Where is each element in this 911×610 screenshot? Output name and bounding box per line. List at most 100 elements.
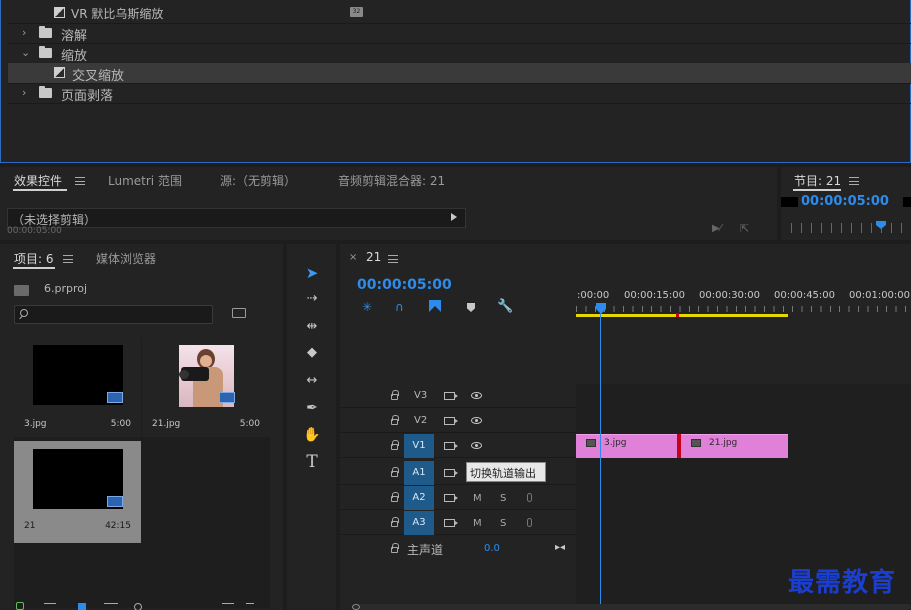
selection-tool-icon[interactable]: ➤ (300, 262, 324, 284)
sync-lock-icon[interactable] (444, 519, 458, 527)
lock-icon[interactable] (391, 467, 399, 477)
toolbar-icon[interactable] (104, 603, 118, 610)
timeline-clip-21jpg[interactable]: 21.jpg (681, 434, 788, 458)
project-item-name: 3.jpg (24, 419, 47, 429)
eye-icon[interactable] (471, 392, 482, 399)
add-marker-blue-icon[interactable] (429, 300, 441, 312)
wrench-icon[interactable]: 🔧 (497, 299, 513, 314)
mute-button[interactable]: M (473, 518, 482, 529)
go-to-in-out-icon[interactable]: ▸◂ (555, 542, 565, 553)
track-label[interactable]: V2 (414, 415, 427, 426)
pen-tool-icon[interactable]: ✒ (300, 397, 324, 419)
type-tool-icon[interactable]: T (300, 451, 324, 473)
solo-button[interactable]: S (500, 518, 506, 529)
effect-folder[interactable]: › 溶解 (8, 23, 911, 44)
toolbar-icon[interactable] (44, 603, 56, 610)
track-select-tool-icon[interactable]: ⇢ (300, 288, 324, 310)
effect-folder[interactable]: ⌄ 缩放 (8, 43, 911, 64)
search-icon-handle (19, 315, 23, 320)
eye-icon[interactable] (471, 417, 482, 424)
project-item-3jpg[interactable]: 3.jpg 5:00 (14, 337, 141, 437)
panel-menu-icon[interactable] (75, 177, 85, 185)
sync-lock-icon[interactable] (444, 494, 458, 502)
clip-name: 3.jpg (604, 438, 627, 448)
playhead-line (600, 313, 601, 610)
source-patch-v1[interactable]: V1 (404, 434, 434, 458)
panel-menu-icon[interactable] (849, 177, 859, 185)
effect-folder[interactable]: › 页面剥落 (8, 83, 911, 104)
project-panel: 项目: 6 媒体浏览器 6.prproj 3.jpg 5:00 21.jpg 5… (0, 244, 283, 610)
razor-tool-icon[interactable]: ◆ (300, 342, 324, 364)
ruler-ticks (576, 306, 911, 312)
program-scrub-bar[interactable] (791, 223, 911, 233)
close-icon[interactable]: × (349, 252, 357, 263)
program-monitor-panel: 节目: 21 00:00:05:00 (781, 167, 911, 240)
ripple-edit-tool-icon[interactable]: ⇹ (300, 316, 324, 338)
project-item-21jpg[interactable]: 21.jpg 5:00 (142, 337, 270, 437)
chevron-right-icon[interactable]: › (22, 26, 26, 39)
tab-effect-controls[interactable]: 效果控件 (14, 172, 62, 189)
toolbar-icon[interactable] (222, 603, 234, 610)
lock-icon[interactable] (391, 390, 399, 400)
tab-project[interactable]: 项目: 6 (14, 250, 54, 267)
filter-icon[interactable]: ▶⁄ (712, 223, 721, 234)
tab-lumetri-scopes[interactable]: Lumetri 范围 (108, 172, 182, 189)
slip-tool-icon[interactable]: ↔ (300, 370, 324, 392)
fx-badge-icon (691, 439, 701, 447)
timeline-zoom-scrollbar[interactable] (352, 604, 911, 610)
hand-tool-icon[interactable]: ✋ (300, 424, 324, 446)
lock-icon[interactable] (391, 543, 399, 553)
play-triangle-icon[interactable] (451, 213, 457, 221)
tab-source[interactable]: 源:（无剪辑） (220, 172, 296, 189)
sync-lock-icon[interactable] (444, 392, 458, 400)
lock-icon[interactable] (391, 492, 399, 502)
add-marker-icon[interactable] (467, 303, 475, 312)
toolbar-icon[interactable] (134, 603, 142, 610)
mic-icon[interactable] (527, 518, 532, 527)
snap-icon[interactable]: ✳ (362, 300, 372, 314)
scroll-handle-icon[interactable] (352, 604, 360, 610)
track-label[interactable]: V3 (414, 390, 427, 401)
panel-menu-icon[interactable] (63, 255, 73, 263)
toolbar-icon[interactable] (16, 602, 24, 610)
lock-icon[interactable] (391, 440, 399, 450)
active-tab-underline (13, 267, 55, 269)
tab-sequence[interactable]: 21 (366, 250, 381, 264)
ruler-label: :00:00 (577, 290, 610, 301)
tab-program[interactable]: 节目: 21 (794, 172, 841, 189)
program-timecode[interactable]: 00:00:05:00 (801, 194, 889, 209)
chevron-down-icon[interactable]: ⌄ (21, 46, 30, 59)
tab-media-browser[interactable]: 媒体浏览器 (96, 250, 156, 267)
master-volume-value[interactable]: 0.0 (484, 543, 500, 554)
lock-icon[interactable] (391, 517, 399, 527)
source-patch-a3[interactable]: A3 (404, 511, 434, 535)
lock-icon[interactable] (391, 415, 399, 425)
source-patch-a2[interactable]: A2 (404, 486, 434, 510)
effect-item-label: 交叉缩放 (72, 69, 125, 84)
mute-button[interactable]: M (473, 493, 482, 504)
effect-preset-icon (54, 67, 65, 78)
sync-lock-icon[interactable] (444, 469, 458, 477)
mic-icon[interactable] (527, 493, 532, 502)
work-area-bar[interactable] (576, 314, 788, 317)
sync-lock-icon[interactable] (444, 417, 458, 425)
effect-item-selected[interactable]: 交叉缩放 (8, 63, 911, 84)
project-file-name: 6.prproj (44, 282, 88, 295)
eye-icon[interactable] (471, 442, 482, 449)
project-item-sequence-21[interactable]: 21 42:15 (14, 441, 141, 543)
panel-menu-icon[interactable] (388, 255, 398, 263)
effect-item[interactable]: VR 默比乌斯缩放 32 (8, 3, 911, 23)
solo-button[interactable]: S (500, 493, 506, 504)
new-bin-icon[interactable] (232, 308, 246, 318)
timeline-clip-3jpg[interactable]: 3.jpg (576, 434, 678, 458)
toolbar-icon[interactable] (78, 603, 86, 610)
chevron-right-icon[interactable]: › (22, 86, 26, 99)
search-input[interactable] (14, 305, 213, 324)
export-icon[interactable]: ⇱ (740, 222, 749, 235)
source-patch-a1[interactable]: A1 (404, 461, 434, 485)
linked-selection-icon[interactable]: ∩ (395, 300, 404, 314)
sync-lock-icon[interactable] (444, 442, 458, 450)
timeline-timecode[interactable]: 00:00:05:00 (357, 277, 452, 293)
tab-audio-clip-mixer[interactable]: 音频剪辑混合器: 21 (338, 172, 445, 189)
toolbar-icon[interactable] (246, 603, 254, 610)
